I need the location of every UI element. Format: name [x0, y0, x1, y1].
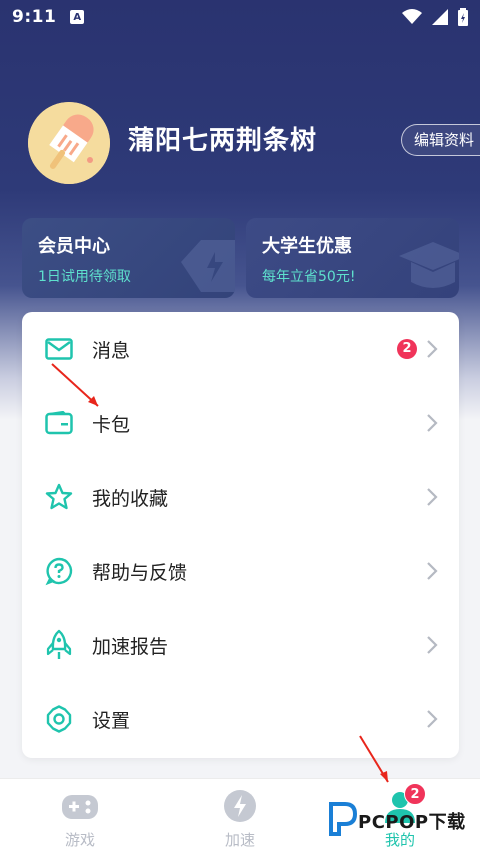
student-discount-subtitle: 每年立省50元! — [262, 269, 356, 285]
notification-a-icon: A — [70, 10, 85, 24]
popsicle-avatar-icon — [28, 102, 110, 184]
menu-item-label: 帮助与反馈 — [92, 561, 188, 584]
edit-profile-button[interactable]: 编辑资料 — [401, 124, 480, 156]
battery-icon — [458, 8, 468, 26]
chevron-right-icon — [427, 488, 438, 506]
menu-item-favorites[interactable]: 我的收藏 — [22, 460, 459, 534]
annotation-arrow-icon — [359, 735, 389, 783]
pcpop-logo-icon — [329, 802, 357, 836]
username: 蒲阳七两荆条树 — [128, 126, 318, 156]
avatar[interactable] — [28, 102, 110, 184]
chevron-right-icon — [427, 340, 438, 358]
tab-games[interactable]: 游戏 — [20, 779, 140, 853]
help-icon — [44, 556, 74, 586]
status-time: 9:11 — [12, 7, 57, 27]
mail-icon — [44, 334, 74, 364]
menu-item-label: 加速报告 — [92, 635, 169, 658]
rocket-icon — [44, 629, 74, 660]
tab-label: 加速 — [224, 831, 255, 849]
chevron-right-icon — [427, 636, 438, 654]
watermark: PCPOP下载 — [325, 800, 475, 840]
menu-item-label: 卡包 — [92, 413, 131, 436]
chevron-right-icon — [427, 710, 438, 728]
watermark-text: PCPOP下载 — [358, 812, 466, 833]
member-center-title: 会员中心 — [38, 236, 110, 257]
profile-section: 蒲阳七两荆条树 编辑资料 — [28, 102, 480, 186]
star-icon — [44, 482, 74, 512]
status-bar: 9:11 A — [0, 0, 480, 34]
wifi-icon — [402, 9, 422, 24]
student-discount-title: 大学生优惠 — [262, 236, 352, 257]
menu-item-help[interactable]: 帮助与反馈 — [22, 534, 459, 608]
student-discount-card[interactable]: 大学生优惠 每年立省50元! — [246, 218, 459, 298]
tab-accelerate[interactable]: 加速 — [180, 779, 300, 853]
chevron-right-icon — [427, 562, 438, 580]
menu-item-label: 我的收藏 — [92, 487, 169, 510]
menu-item-label: 消息 — [92, 339, 131, 362]
chevron-right-icon — [427, 414, 438, 432]
member-center-card[interactable]: 会员中心 1日试用待领取 — [22, 218, 235, 298]
menu-item-label: 设置 — [92, 709, 131, 732]
tab-label: 游戏 — [64, 831, 95, 849]
wallet-icon — [44, 408, 74, 438]
gear-icon — [44, 704, 74, 734]
messages-badge: 2 — [397, 339, 417, 359]
menu-item-speed-report[interactable]: 加速报告 — [22, 608, 459, 682]
gamepad-icon — [62, 795, 98, 819]
member-center-subtitle: 1日试用待领取 — [38, 269, 131, 285]
bolt-icon — [224, 790, 256, 822]
signal-icon — [432, 9, 448, 25]
annotation-arrow-icon — [51, 363, 99, 407]
